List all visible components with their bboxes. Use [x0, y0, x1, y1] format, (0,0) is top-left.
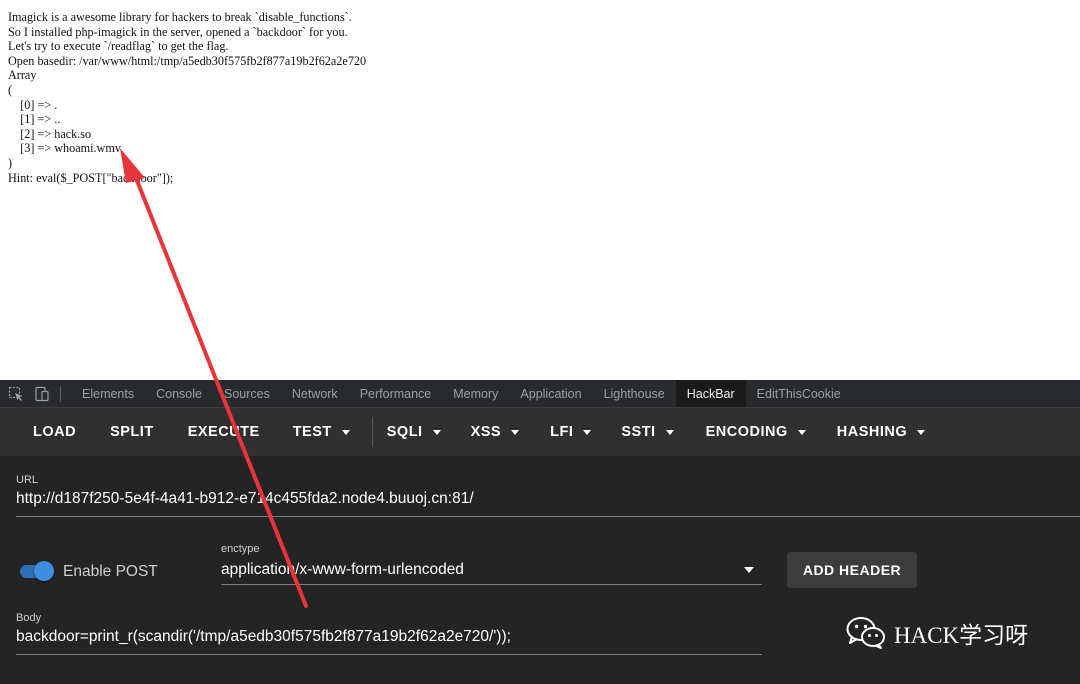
load-button-label: LOAD	[33, 424, 77, 440]
execute-button[interactable]: EXECUTE	[188, 408, 260, 456]
tab-console[interactable]: Console	[145, 380, 213, 407]
tab-performance[interactable]: Performance	[349, 380, 443, 407]
output-line: [1] => ..	[8, 112, 61, 127]
split-button[interactable]: SPLIT	[110, 408, 154, 456]
tab-application[interactable]: Application	[509, 380, 592, 407]
output-line: So I installed php-imagick in the server…	[8, 24, 348, 39]
php-output-page: Imagick is a awesome library for hackers…	[0, 0, 1080, 380]
enctype-label: enctype	[221, 543, 260, 555]
body-label: Body	[16, 612, 42, 624]
output-line: (	[8, 82, 13, 97]
caret-down-icon	[511, 429, 520, 435]
test-menu-label: TEST	[292, 424, 332, 440]
ssti-menu-button[interactable]: SSTI	[621, 408, 674, 456]
watermark-text: HACK学习呀	[894, 623, 1029, 648]
lfi-menu-button[interactable]: LFI	[550, 408, 592, 456]
tab-hackbar[interactable]: HackBar	[675, 380, 746, 407]
wechat-watermark: HACK学习呀	[846, 616, 1028, 650]
tab-network[interactable]: Network	[281, 380, 349, 407]
tab-memory[interactable]: Memory	[442, 380, 509, 407]
output-line: )	[8, 155, 13, 170]
encoding-menu-button[interactable]: ENCODING	[706, 408, 806, 456]
caret-down-icon	[797, 429, 806, 435]
devtools-tab-bar: Elements Console Sources Network Perform…	[0, 380, 1080, 408]
tab-separator	[60, 385, 61, 402]
php-output-text: Imagick is a awesome library for hackers…	[0, 0, 1080, 195]
output-line: Open basedir: /var/www/html:/tmp/a5edb30…	[8, 53, 367, 68]
enable-post-label: Enable POST	[63, 563, 158, 580]
caret-down-icon	[341, 429, 350, 435]
enctype-select[interactable]: application/x-www-form-urlencoded	[221, 561, 464, 579]
add-header-button[interactable]: ADD HEADER	[787, 552, 917, 588]
caret-down-icon	[583, 429, 592, 435]
output-line: [2] => hack.so	[8, 126, 92, 141]
split-button-label: SPLIT	[110, 424, 154, 440]
inspect-element-icon[interactable]	[8, 386, 24, 402]
xss-menu-label: XSS	[470, 424, 502, 440]
output-line: [3] => whoami.wmv	[8, 141, 121, 156]
url-label: URL	[16, 474, 39, 486]
body-input-underline	[16, 654, 762, 655]
hashing-menu-button[interactable]: HASHING	[836, 408, 926, 456]
body-input[interactable]: backdoor=print_r(scandir('/tmp/a5edb30f5…	[16, 628, 511, 646]
hackbar-toolbar: LOAD SPLIT EXECUTE TEST SQLI XSS LFI SST…	[0, 408, 1080, 456]
tab-editthiscookie[interactable]: EditThisCookie	[746, 380, 852, 407]
caret-down-icon	[665, 429, 674, 435]
xss-menu-button[interactable]: XSS	[471, 408, 520, 456]
execute-button-label: EXECUTE	[187, 424, 260, 440]
ssti-menu-label: SSTI	[621, 424, 656, 440]
wechat-icon	[846, 617, 885, 649]
output-line: Let's try to execute `/readflag` to get …	[8, 39, 229, 54]
caret-down-icon	[917, 429, 926, 435]
enctype-underline	[221, 584, 762, 585]
output-line: Array	[8, 68, 37, 83]
test-menu-button[interactable]: TEST	[293, 408, 350, 456]
url-input[interactable]: http://d187f250-5e4f-4a41-b912-e714c455f…	[16, 490, 474, 508]
url-input-underline	[16, 516, 1080, 517]
device-toolbar-icon[interactable]	[34, 386, 50, 402]
sqli-menu-label: SQLI	[386, 424, 423, 440]
encoding-menu-label: ENCODING	[705, 424, 788, 440]
lfi-menu-label: LFI	[550, 424, 574, 440]
caret-down-icon	[432, 429, 441, 435]
tab-sources[interactable]: Sources	[213, 380, 281, 407]
tab-elements[interactable]: Elements	[71, 380, 145, 407]
enable-post-toggle[interactable]	[18, 560, 56, 582]
output-line: [0] => .	[8, 97, 58, 112]
toolbar-divider	[371, 417, 373, 447]
output-line: Imagick is a awesome library for hackers…	[8, 10, 352, 24]
tab-lighthouse[interactable]: Lighthouse	[593, 380, 676, 407]
output-line: Hint: eval($_POST["backdoor"]);	[8, 170, 174, 185]
toggle-knob	[34, 561, 54, 581]
sqli-menu-button[interactable]: SQLI	[387, 408, 441, 456]
enctype-dropdown-icon[interactable]	[744, 567, 754, 573]
load-button[interactable]: LOAD	[33, 408, 76, 456]
hashing-menu-label: HASHING	[836, 424, 908, 440]
